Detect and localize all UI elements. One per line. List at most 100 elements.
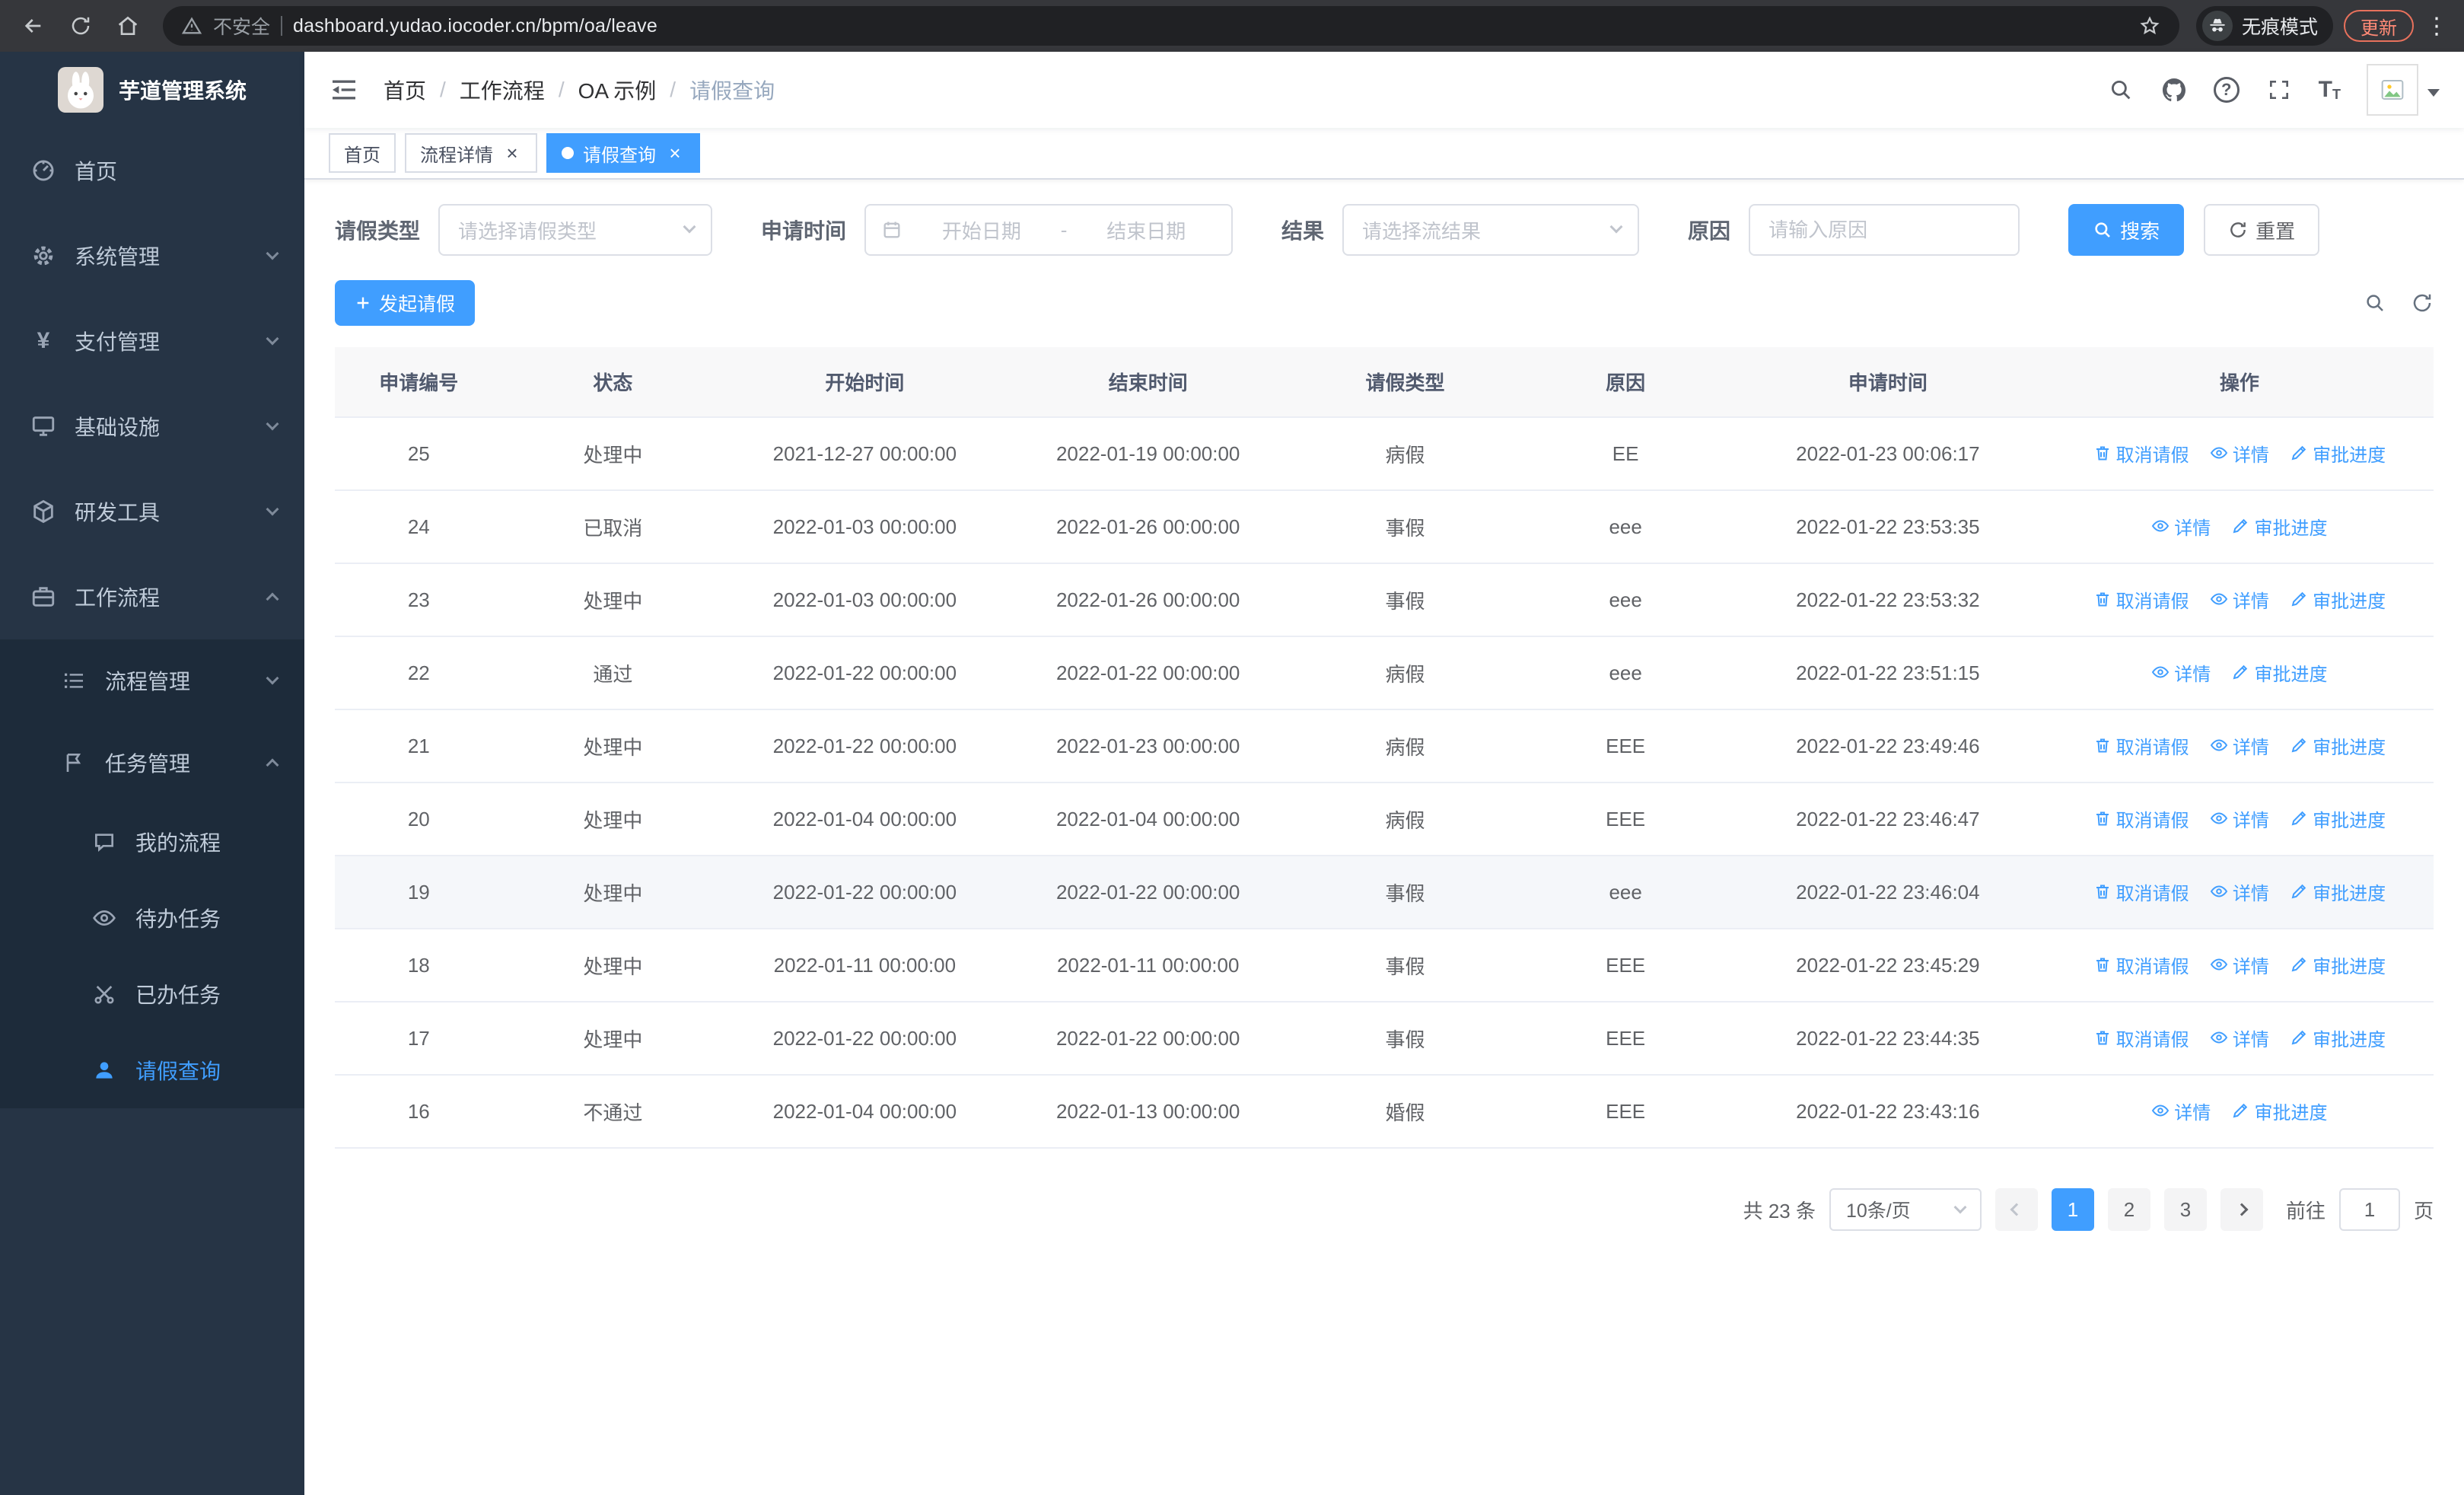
sidebar-item-label: 支付管理 [75,330,161,354]
approval-progress-link[interactable]: 审批进度 [2290,586,2386,613]
action-label: 详情 [2232,956,2269,977]
toggle-search-icon[interactable] [2364,292,2386,314]
edit-pen-icon [2290,955,2308,974]
prev-page-button[interactable] [1994,1188,2038,1231]
cell-actions: 取消请假 详情 审批进度 [2045,1002,2434,1076]
sidebar-item-todo-tasks[interactable]: 待办任务 [0,880,304,956]
back-icon[interactable] [15,8,52,44]
cancel-leave-link[interactable]: 取消请假 [2093,1025,2189,1051]
github-icon[interactable] [2160,76,2188,104]
close-icon[interactable]: × [502,143,522,163]
cancel-leave-link[interactable]: 取消请假 [2093,440,2189,467]
cancel-leave-link[interactable]: 取消请假 [2093,805,2189,832]
eye-icon [2151,517,2170,535]
table-row: 19 处理中 2022-01-22 00:00:00 2022-01-22 00… [335,856,2434,929]
approval-progress-link[interactable]: 审批进度 [2290,732,2386,759]
sidebar-item-my-process[interactable]: 我的流程 [0,804,304,880]
tab-process-detail[interactable]: 流程详情 × [405,133,537,173]
breadcrumb-oa-example[interactable]: OA 示例 [578,75,657,105]
reload-icon[interactable] [62,8,99,44]
cell-apply-time: 2022-01-22 23:44:35 [1730,1002,2045,1076]
sidebar-item-task-management[interactable]: 任务管理 [0,722,304,804]
kebab-menu-icon[interactable]: ⋮ [2424,8,2449,44]
page-button-2[interactable]: 2 [2107,1188,2150,1231]
detail-link[interactable]: 详情 [2210,878,2269,905]
next-page-button[interactable] [2220,1188,2263,1231]
cell-end-time: 2022-01-11 00:00:00 [1006,929,1290,1003]
fullscreen-icon[interactable] [2265,76,2293,104]
sidebar-item-system[interactable]: 系统管理 [0,213,304,298]
chrome-update-button[interactable]: 更新 [2344,10,2414,42]
breadcrumb-workflow[interactable]: 工作流程 [460,75,545,105]
approval-progress-link[interactable]: 审批进度 [2290,805,2386,832]
cell-apply-id: 20 [335,783,503,856]
apply-time-label: 申请时间 [761,219,847,243]
approval-progress-link[interactable]: 审批进度 [2231,1098,2327,1124]
avatar [2367,64,2418,116]
detail-link[interactable]: 详情 [2151,513,2211,540]
sidebar-item-done-tasks[interactable]: 已办任务 [0,956,304,1032]
approval-progress-link[interactable]: 审批进度 [2290,1025,2386,1051]
approval-progress-link[interactable]: 审批进度 [2231,659,2327,686]
hamburger-icon[interactable] [329,75,359,105]
sidebar-item-process-management[interactable]: 流程管理 [0,639,304,722]
reset-button[interactable]: 重置 [2204,204,2320,256]
cancel-leave-link[interactable]: 取消请假 [2093,586,2189,613]
detail-link[interactable]: 详情 [2210,586,2269,613]
sidebar-item-home[interactable]: 首页 [0,128,304,213]
approval-progress-link[interactable]: 审批进度 [2290,440,2386,467]
eye-icon [2210,882,2228,901]
reset-button-label: 重置 [2255,219,2296,243]
sidebar-item-dev-tools[interactable]: 研发工具 [0,469,304,554]
refresh-table-icon[interactable] [2411,292,2434,314]
bookmark-star-icon[interactable] [2138,14,2161,37]
home-icon[interactable] [110,8,146,44]
detail-link[interactable]: 详情 [2210,440,2269,467]
page-content: 请假类型 请选择请假类型 申请时间 开始日期 - 结束日期 结果 请选择流结果 … [304,180,2464,1495]
table-row: 21 处理中 2022-01-22 00:00:00 2022-01-23 00… [335,709,2434,783]
detail-link[interactable]: 详情 [2210,1025,2269,1051]
font-size-icon[interactable]: TT [2319,78,2341,102]
approval-progress-link[interactable]: 审批进度 [2290,878,2386,905]
search-button[interactable]: 搜索 [2068,204,2185,256]
detail-link[interactable]: 详情 [2151,1098,2211,1124]
sidebar-item-leave-query[interactable]: 请假查询 [0,1032,304,1108]
sidebar-item-workflow[interactable]: 工作流程 [0,554,304,639]
close-icon[interactable]: × [665,143,685,163]
cancel-leave-link[interactable]: 取消请假 [2093,952,2189,978]
sidebar-item-label: 已办任务 [135,983,221,1007]
result-select[interactable]: 请选择流结果 [1342,204,1640,256]
tab-leave-query[interactable]: 请假查询 × [546,133,700,173]
edit-pen-icon [2290,590,2308,608]
tab-home[interactable]: 首页 [329,133,396,173]
apply-time-range-picker[interactable]: 开始日期 - 结束日期 [864,204,1234,256]
page-button-1[interactable]: 1 [2051,1188,2094,1231]
address-bar[interactable]: 不安全 dashboard.yudao.iocoder.cn/bpm/oa/le… [163,6,2179,46]
page-size-select[interactable]: 10条/页 [1829,1188,1982,1231]
leave-type-select[interactable]: 请选择请假类型 [438,204,713,256]
breadcrumb-home[interactable]: 首页 [384,75,426,105]
approval-progress-link[interactable]: 审批进度 [2231,513,2327,540]
detail-link[interactable]: 详情 [2210,732,2269,759]
action-label: 详情 [2232,591,2269,612]
create-leave-button[interactable]: 发起请假 [335,280,476,326]
detail-link[interactable]: 详情 [2151,659,2211,686]
header-search-icon[interactable] [2107,76,2135,104]
approval-progress-link[interactable]: 审批进度 [2290,952,2386,978]
cell-start-time: 2021-12-27 00:00:00 [723,417,1007,491]
help-icon[interactable]: ? [2213,77,2240,103]
page-button-3[interactable]: 3 [2163,1188,2207,1231]
yen-icon: ¥ [37,328,50,353]
user-menu[interactable] [2367,64,2440,116]
cancel-leave-link[interactable]: 取消请假 [2093,732,2189,759]
reason-input[interactable] [1768,218,2001,242]
detail-link[interactable]: 详情 [2210,952,2269,978]
trash-icon [2093,736,2112,754]
cell-end-time: 2022-01-26 00:00:00 [1006,490,1290,564]
sidebar-item-infrastructure[interactable]: 基础设施 [0,384,304,469]
sidebar-item-payment[interactable]: ¥ 支付管理 [0,298,304,384]
cancel-leave-link[interactable]: 取消请假 [2093,878,2189,905]
goto-page-input[interactable] [2338,1188,2400,1231]
goto-label: 前往 [2285,1199,2326,1222]
detail-link[interactable]: 详情 [2210,805,2269,832]
